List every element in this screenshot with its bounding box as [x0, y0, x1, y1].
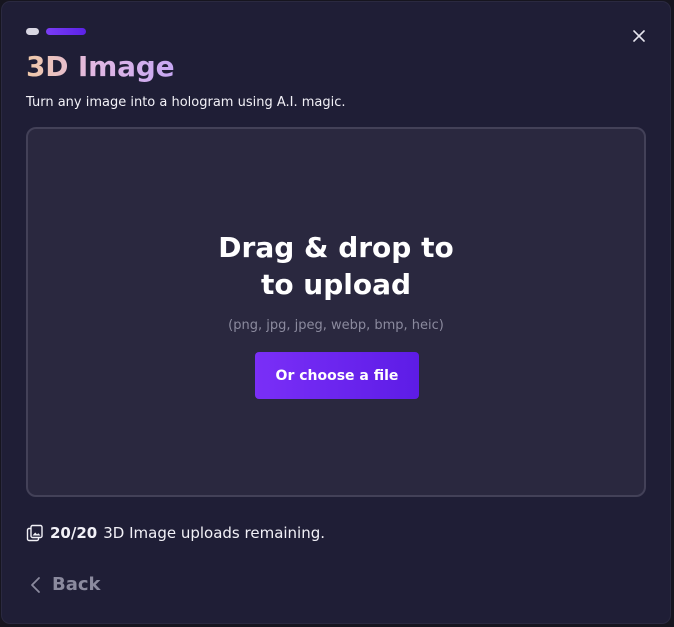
chevron-left-icon [31, 576, 40, 593]
step-indicator [26, 28, 86, 35]
modal-subtitle: Turn any image into a hologram using A.I… [26, 95, 346, 110]
file-dropzone[interactable]: Drag & drop to to upload (png, jpg, jpeg… [26, 127, 646, 497]
dropzone-title-line-1: Drag & drop to [218, 231, 454, 264]
back-label: Back [52, 574, 101, 595]
uploads-count: 20/20 [50, 524, 98, 542]
image-stack-icon [26, 524, 43, 542]
choose-file-button[interactable]: Or choose a file [255, 352, 419, 399]
dropzone-title: Drag & drop to to upload [28, 229, 644, 303]
modal-title: 3D Image [26, 50, 175, 83]
step-1-indicator [26, 28, 39, 35]
accepted-formats: (png, jpg, jpeg, webp, bmp, heic) [228, 318, 444, 333]
close-button[interactable] [630, 27, 648, 45]
uploads-remaining: 20/20 3D Image uploads remaining. [26, 524, 325, 542]
uploads-text: 3D Image uploads remaining. [103, 524, 326, 542]
dropzone-title-line-2: to upload [260, 268, 412, 301]
back-button[interactable]: Back [30, 574, 101, 595]
close-icon [633, 30, 645, 42]
upload-modal: 3D Image Turn any image into a hologram … [2, 2, 670, 623]
step-2-indicator-active [46, 28, 86, 35]
